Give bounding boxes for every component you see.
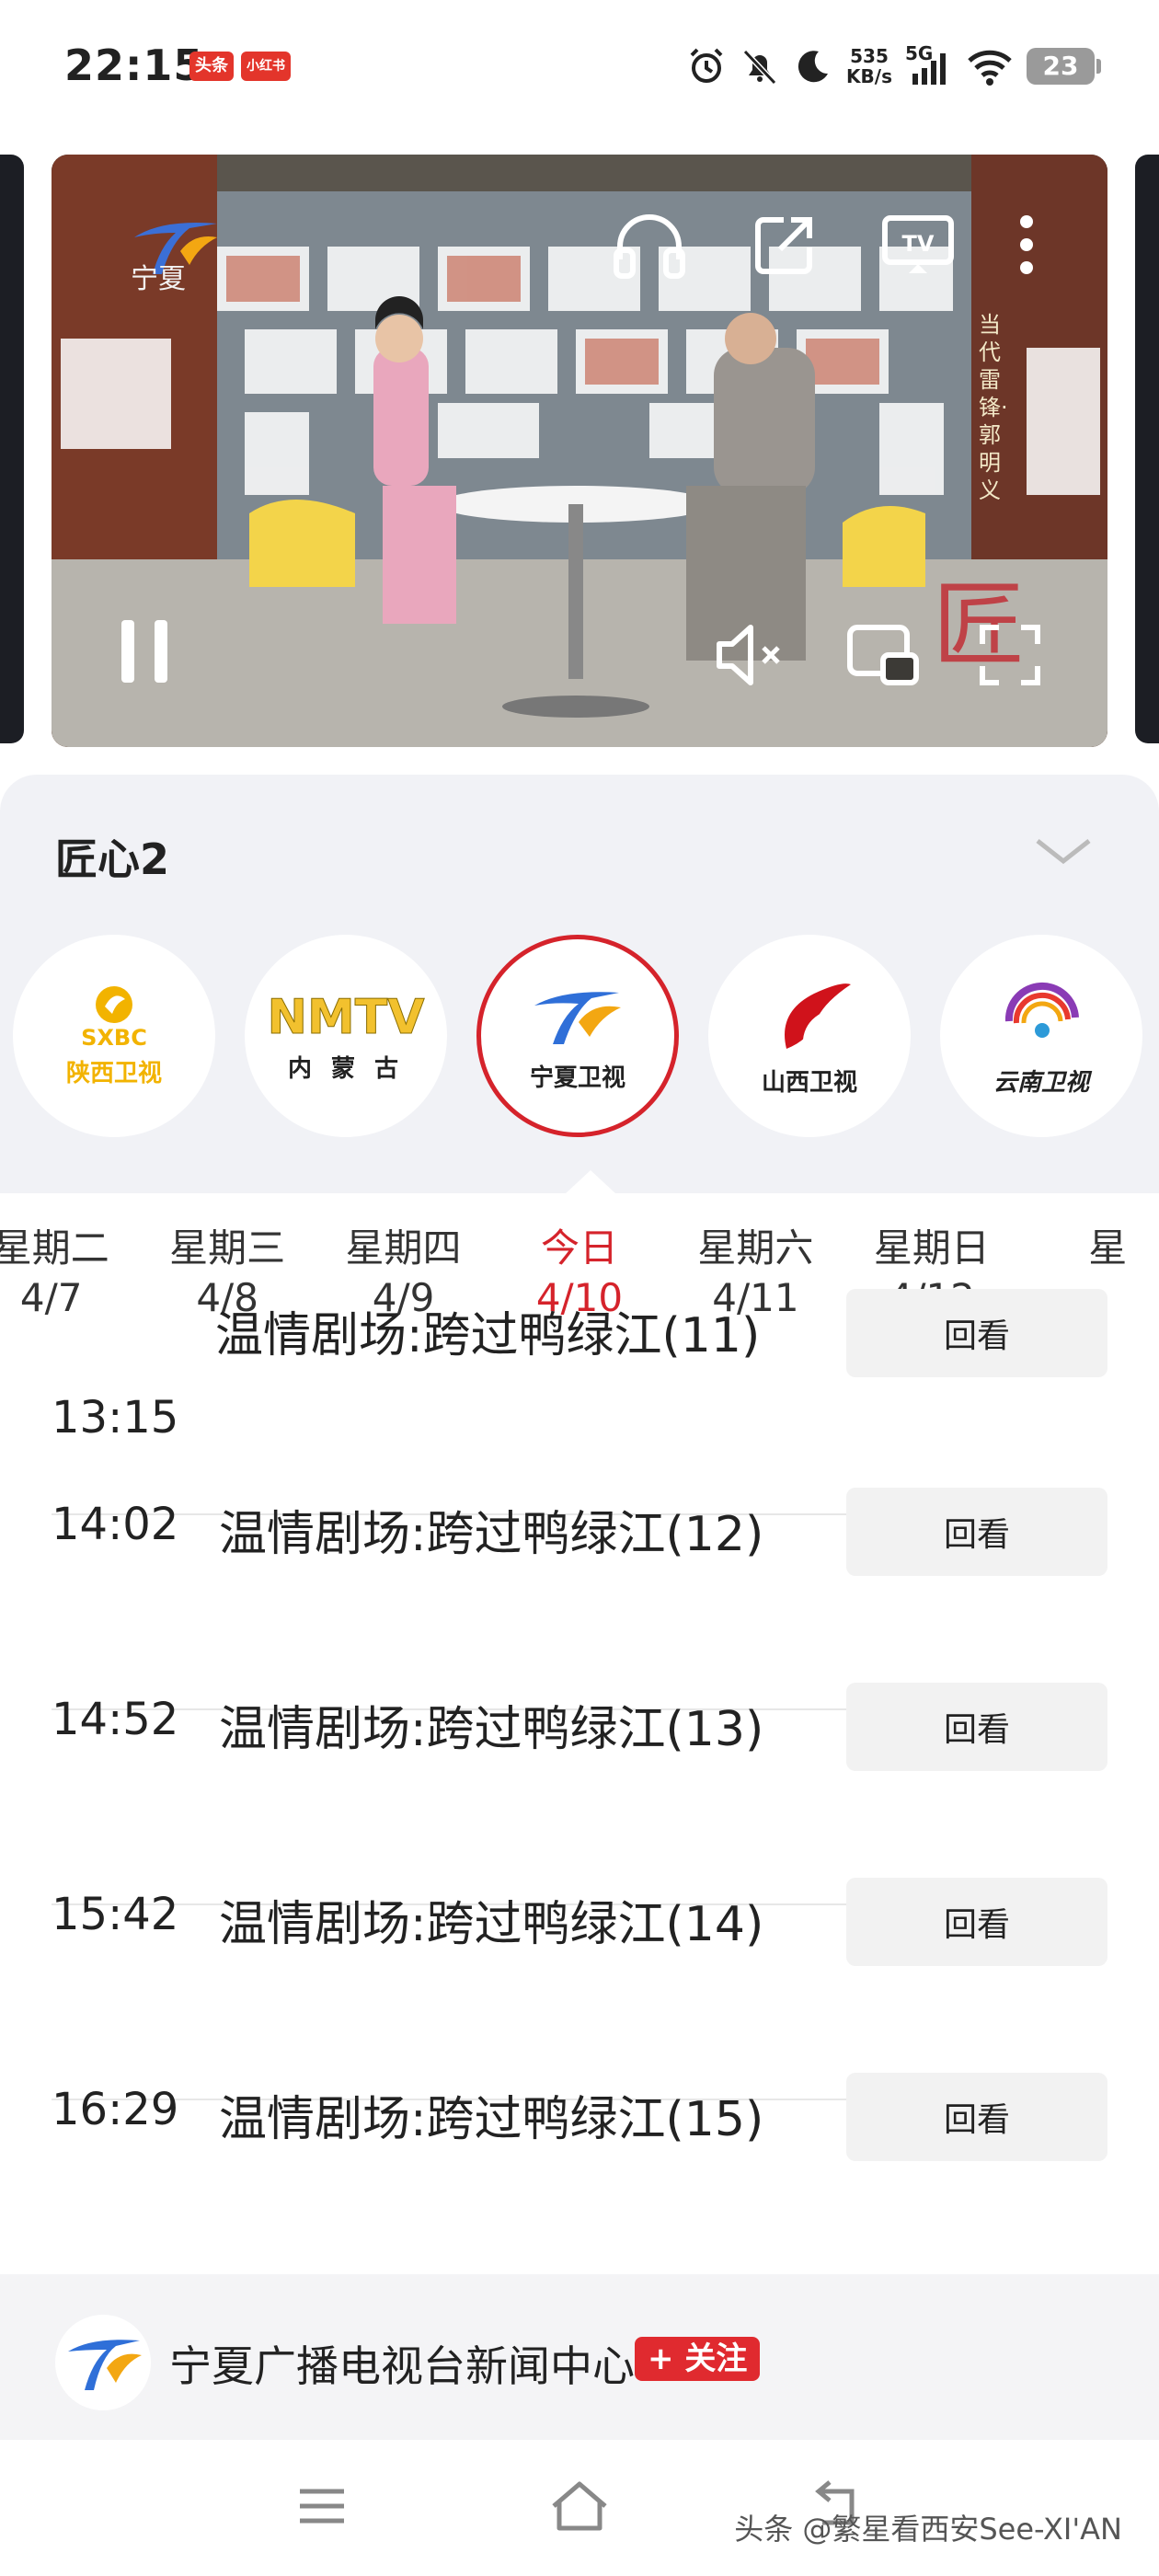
schedule-time: 16:29: [52, 2084, 179, 2135]
xiaohongshu-badge: 小红书: [241, 52, 291, 81]
schedule-title: 温情剧场:跨过鸭绿江(11): [215, 1308, 761, 1363]
schedule-title: 温情剧场:跨过鸭绿江(13): [219, 1702, 764, 1757]
player-bottom-controls: [712, 622, 1043, 688]
status-time: 22:15: [64, 40, 204, 90]
source-watermark: 头条 @繁星看西安See-XI'AN: [734, 2512, 1122, 2547]
schedule-row: 13:15 温情剧场:跨过鸭绿江(11) 回看: [52, 1289, 1107, 1515]
status-bar: 22:15 头条 小红书 535 KB/s 5G 23: [0, 0, 1159, 138]
schedule-title: 温情剧场:跨过鸭绿江(14): [219, 1897, 764, 1952]
home-icon[interactable]: [548, 2478, 611, 2534]
channel-carousel: SXBC 陕西卫视 NMTV 内 蒙 古 宁夏卫视 山西卫视 云南卫视: [13, 935, 1142, 1137]
channel-yunnan[interactable]: 云南卫视: [940, 935, 1142, 1137]
prev-card-peek[interactable]: [0, 155, 24, 743]
account-name[interactable]: 宁夏广播电视台新闻中心: [169, 2333, 635, 2394]
schedule-time: 14:52: [52, 1694, 179, 1745]
replay-button[interactable]: 回看: [846, 1488, 1107, 1576]
replay-button[interactable]: 回看: [846, 1878, 1107, 1966]
wifi-icon: [968, 50, 1012, 86]
schedule-row: 14:52 温情剧场:跨过鸭绿江(13) 回看: [52, 1683, 1107, 1905]
yunnan-tv-logo: [1004, 982, 1079, 1038]
status-icons: 535 KB/s 5G 23: [686, 39, 1101, 94]
system-nav-bar: 头条 @繁星看西安See-XI'AN: [0, 2440, 1159, 2576]
schedule-title: 温情剧场:跨过鸭绿江(15): [219, 2092, 764, 2147]
channel-name: 宁夏卫视: [529, 1064, 625, 1092]
channel-panel: 匠心2 SXBC 陕西卫视 NMTV 内 蒙 古 宁夏卫视 山西卫视 云南卫视: [0, 775, 1159, 1194]
replay-button[interactable]: 回看: [846, 1289, 1107, 1377]
program-schedule: 13:15 温情剧场:跨过鸭绿江(11) 回看 14:02 温情剧场:跨过鸭绿江…: [52, 1289, 1107, 2295]
svg-text:SXBC: SXBC: [81, 1025, 147, 1049]
tv-cast-icon[interactable]: TV: [881, 213, 955, 277]
mute-icon[interactable]: [712, 622, 789, 688]
avatar[interactable]: [55, 2315, 151, 2410]
headphones-icon[interactable]: [611, 210, 688, 280]
chevron-down-icon[interactable]: [1034, 835, 1093, 867]
program-title: 匠心2: [55, 834, 170, 884]
player-bottom-left: [114, 615, 178, 692]
schedule-row: 15:42 温情剧场:跨过鸭绿江(14) 回看: [52, 1878, 1107, 2100]
schedule-row: 14:02 温情剧场:跨过鸭绿江(12) 回看: [52, 1488, 1107, 1710]
follow-button[interactable]: + 关注: [635, 2337, 761, 2381]
moon-icon: [798, 51, 829, 83]
schedule-time: 14:02: [52, 1499, 179, 1550]
toutiao-badge: 头条: [189, 52, 234, 81]
ningxia-news-avatar-logo: [55, 2315, 151, 2410]
network-speed: 535 KB/s: [846, 45, 892, 87]
alarm-icon: [690, 48, 723, 83]
shaanxi-tv-logo: SXBC: [81, 985, 147, 1049]
channel-name: 山西卫视: [761, 1068, 857, 1097]
replay-button[interactable]: 回看: [846, 2073, 1107, 2161]
ningxia-tv-logo: [534, 991, 621, 1044]
channel-name: 内 蒙 古: [287, 1054, 405, 1083]
channel-name: 云南卫视: [993, 1068, 1089, 1097]
channel-ningxia-active[interactable]: 宁夏卫视: [476, 935, 679, 1137]
schedule-row: 16:29 温情剧场:跨过鸭绿江(15) 回看: [52, 2073, 1107, 2295]
next-card-peek[interactable]: [1135, 155, 1159, 743]
account-bar: 宁夏广播电视台新闻中心 + 关注: [0, 2274, 1159, 2440]
svg-text:NMTV: NMTV: [268, 990, 425, 1044]
picture-in-picture-icon[interactable]: [844, 622, 922, 688]
channel-name: 陕西卫视: [65, 1059, 162, 1087]
schedule-title: 温情剧场:跨过鸭绿江(12): [219, 1507, 764, 1562]
fullscreen-icon[interactable]: [977, 622, 1043, 688]
channel-shaanxi[interactable]: SXBC 陕西卫视: [13, 935, 215, 1137]
svg-text:TV: TV: [902, 231, 935, 257]
pause-icon[interactable]: [114, 615, 178, 688]
channel-neimenggu[interactable]: NMTV 内 蒙 古: [245, 935, 447, 1137]
battery-indicator: 23: [1027, 48, 1101, 85]
channel-shanxi[interactable]: 山西卫视: [708, 935, 911, 1137]
date-tab[interactable]: 星期二 4/7: [0, 1224, 139, 1323]
share-icon[interactable]: [752, 213, 817, 277]
menu-icon[interactable]: [294, 2478, 350, 2534]
active-channel-pointer: [565, 1170, 616, 1194]
show-caption: 当代雷锋·郭明义: [979, 312, 1008, 503]
replay-button[interactable]: 回看: [846, 1683, 1107, 1771]
channel-logo-text: 宁夏: [131, 263, 186, 295]
cellular-signal-icon: 5G: [905, 42, 953, 86]
nmtv-logo: NMTV: [267, 989, 425, 1044]
shanxi-tv-logo: [785, 983, 851, 1049]
schedule-time: 15:42: [52, 1889, 179, 1940]
video-player[interactable]: 宁夏 TV 当代雷锋·郭明义 匠: [52, 155, 1107, 747]
schedule-time: 13:15: [52, 1392, 179, 1443]
mute-bell-icon: [742, 49, 777, 86]
player-top-controls: TV: [611, 210, 1034, 280]
more-icon[interactable]: [1019, 213, 1034, 277]
